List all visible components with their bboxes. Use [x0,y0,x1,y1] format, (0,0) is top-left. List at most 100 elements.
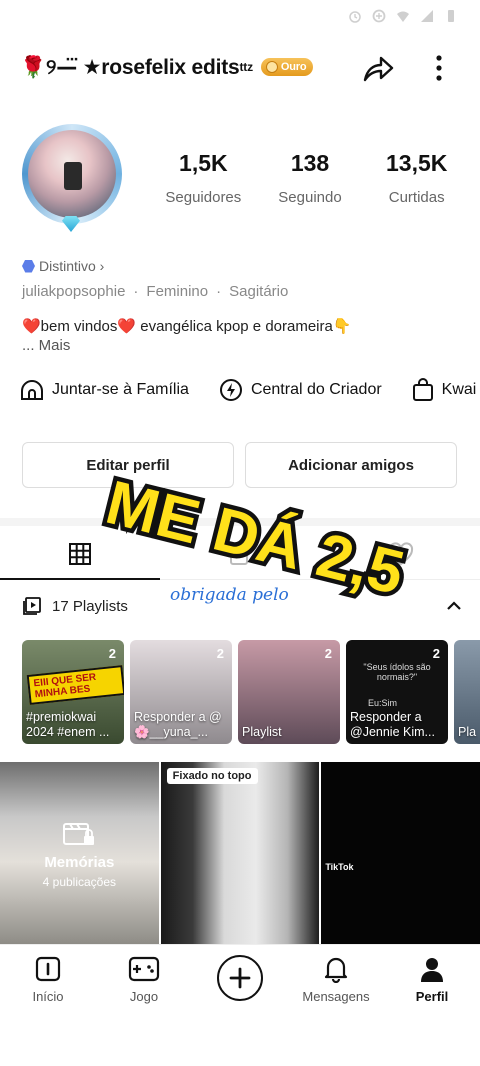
stat-followers[interactable]: 1,5K Seguidores [150,150,257,206]
battery-icon [448,10,454,22]
nav-profile-label: Perfil [415,989,449,1004]
nav-home-label: Início [32,989,64,1004]
nav-messages-label: Mensagens [302,989,370,1004]
home-icon [35,956,61,982]
family-icon [21,380,43,400]
profile-stats: 1,5K Seguidores 138 Seguindo 13,5K Curti… [150,150,470,206]
edit-profile-button[interactable]: Editar perfil [22,442,234,488]
nav-profile[interactable]: Perfil [392,955,472,1004]
shortcut-family-label: Juntar-se à Família [52,381,189,398]
data-saver-icon [372,9,386,23]
plus-icon [229,967,251,989]
following-label: Seguindo [278,189,342,206]
heart-icon [388,542,414,566]
bio-more-link[interactable]: ... Mais [22,337,70,354]
tiktok-watermark: TikTok [325,862,354,872]
playlist-caption: Responder a @ 🌸__yuna_... [134,710,222,739]
playlist-caption: Responder a @Jennie Kim... [350,710,435,739]
nav-games[interactable]: Jogo [104,955,184,1004]
playlist-count: 2 [108,646,116,661]
playlist-caption: #premiokwai 2024 #enem ... [26,710,110,739]
status-bar [0,0,480,32]
playlist-icon [23,597,41,615]
shortcut-shop-label: Kwai Shop [441,381,480,398]
playlist-reply: Eu:Sim [368,698,398,708]
chevron-up-icon[interactable] [446,601,462,611]
profile-bio: ❤️bem vindos❤️ evangélica kpop e doramei… [22,318,352,335]
profile-handle: juliakpopsophie [22,283,126,300]
avatar[interactable] [18,120,126,238]
playlist-carousel: EIII QUE SER MINHA BES 2 #premiokwai 202… [22,640,480,744]
playlist-count: 2 [216,646,224,661]
alarm-icon [349,11,361,23]
memories-cell[interactable]: Memórias 4 publicações [0,762,159,944]
signal-icon [421,10,433,22]
video-grid: Memórias 4 publicações Fixado no topo Ti… [0,762,480,944]
stat-following[interactable]: 138 Seguindo [257,150,364,206]
memories-count: 4 publicações [42,874,117,889]
username: 🌹୨—⃛ ★rosefelix edits ttz Ouro [20,55,314,80]
username-suffix: ttz [239,60,254,74]
shortcut-family[interactable]: Juntar-se à Família [20,378,189,402]
avatar-frame [22,124,122,224]
person-icon [421,958,443,982]
profile-meta: juliakpopsophie · Feminino · Sagitário [22,283,288,300]
profile-gender: Feminino [146,283,209,300]
avatar-image [28,130,116,218]
profile-sign: Sagitário [229,283,289,300]
gamepad-icon [128,956,160,982]
content-tabs [0,528,480,580]
meta-separator: · [216,283,222,300]
shortcut-creator-label: Central do Criador [250,381,382,398]
shortcut-creator[interactable]: Central do Criador [219,378,382,402]
playlist-caption: Pla [458,725,477,739]
share-button[interactable] [360,50,396,86]
more-vertical-icon [436,55,442,81]
playlist-card[interactable]: 2 Playlist [238,640,340,744]
playlist-card[interactable]: 2 Responder a @ 🌸__yuna_... [130,640,232,744]
likes-count: 13,5K [385,150,448,176]
distintivo-icon [22,259,35,273]
followers-count: 1,5K [179,150,228,176]
likes-label: Curtidas [388,189,445,206]
username-text: 🌹୨—⃛ ★rosefelix edits [20,55,240,79]
followers-label: Seguidores [165,189,242,206]
shortcut-shop[interactable]: Kwai Shop [412,378,480,402]
playlist-sticker: EIII QUE SER MINHA BES [26,665,124,705]
share-icon [363,56,394,82]
pinned-video[interactable]: Fixado no topo [160,762,320,944]
playlist-caption: Playlist [242,725,282,739]
tab-liked[interactable] [388,542,414,571]
add-friends-button[interactable]: Adicionar amigos [245,442,457,488]
following-count: 138 [290,150,330,176]
tab-private[interactable] [228,542,250,571]
active-tab-indicator [0,578,160,580]
gold-badge[interactable]: Ouro [260,58,314,76]
coin-icon [265,61,278,73]
stat-likes[interactable]: 13,5K Curtidas [363,150,470,206]
nav-messages[interactable]: Mensagens [296,955,376,1004]
playlist-card[interactable]: EIII QUE SER MINHA BES 2 #premiokwai 202… [22,640,124,744]
playlist-card[interactable]: "Seus ídolos são normais?" Eu:Sim 2 Resp… [346,640,448,744]
shortcut-row: Juntar-se à Família Central do Criador K… [20,378,480,402]
nav-home[interactable]: Início [8,955,88,1004]
video-thumbnail[interactable]: TikTok [321,762,480,944]
bell-icon [324,957,348,983]
lightning-icon [219,379,242,401]
gold-badge-label: Ouro [280,61,307,73]
wifi-icon [397,11,409,22]
lock-icon [230,544,248,565]
grid-icon [69,543,91,565]
playlist-count: 2 [324,646,332,661]
gem-icon [62,216,80,232]
playlist-card[interactable]: Pla [454,640,480,744]
distintivo-link[interactable]: Distintivo › [22,258,104,274]
playlists-header[interactable]: 17 Playlists [22,596,462,616]
nav-games-label: Jogo [129,989,159,1004]
playlists-count: 17 Playlists [52,597,128,615]
playlist-count: 2 [432,646,440,661]
create-button[interactable] [217,955,263,1001]
tab-posts[interactable] [68,542,92,571]
section-divider [0,518,480,526]
more-options-button[interactable] [421,50,457,86]
